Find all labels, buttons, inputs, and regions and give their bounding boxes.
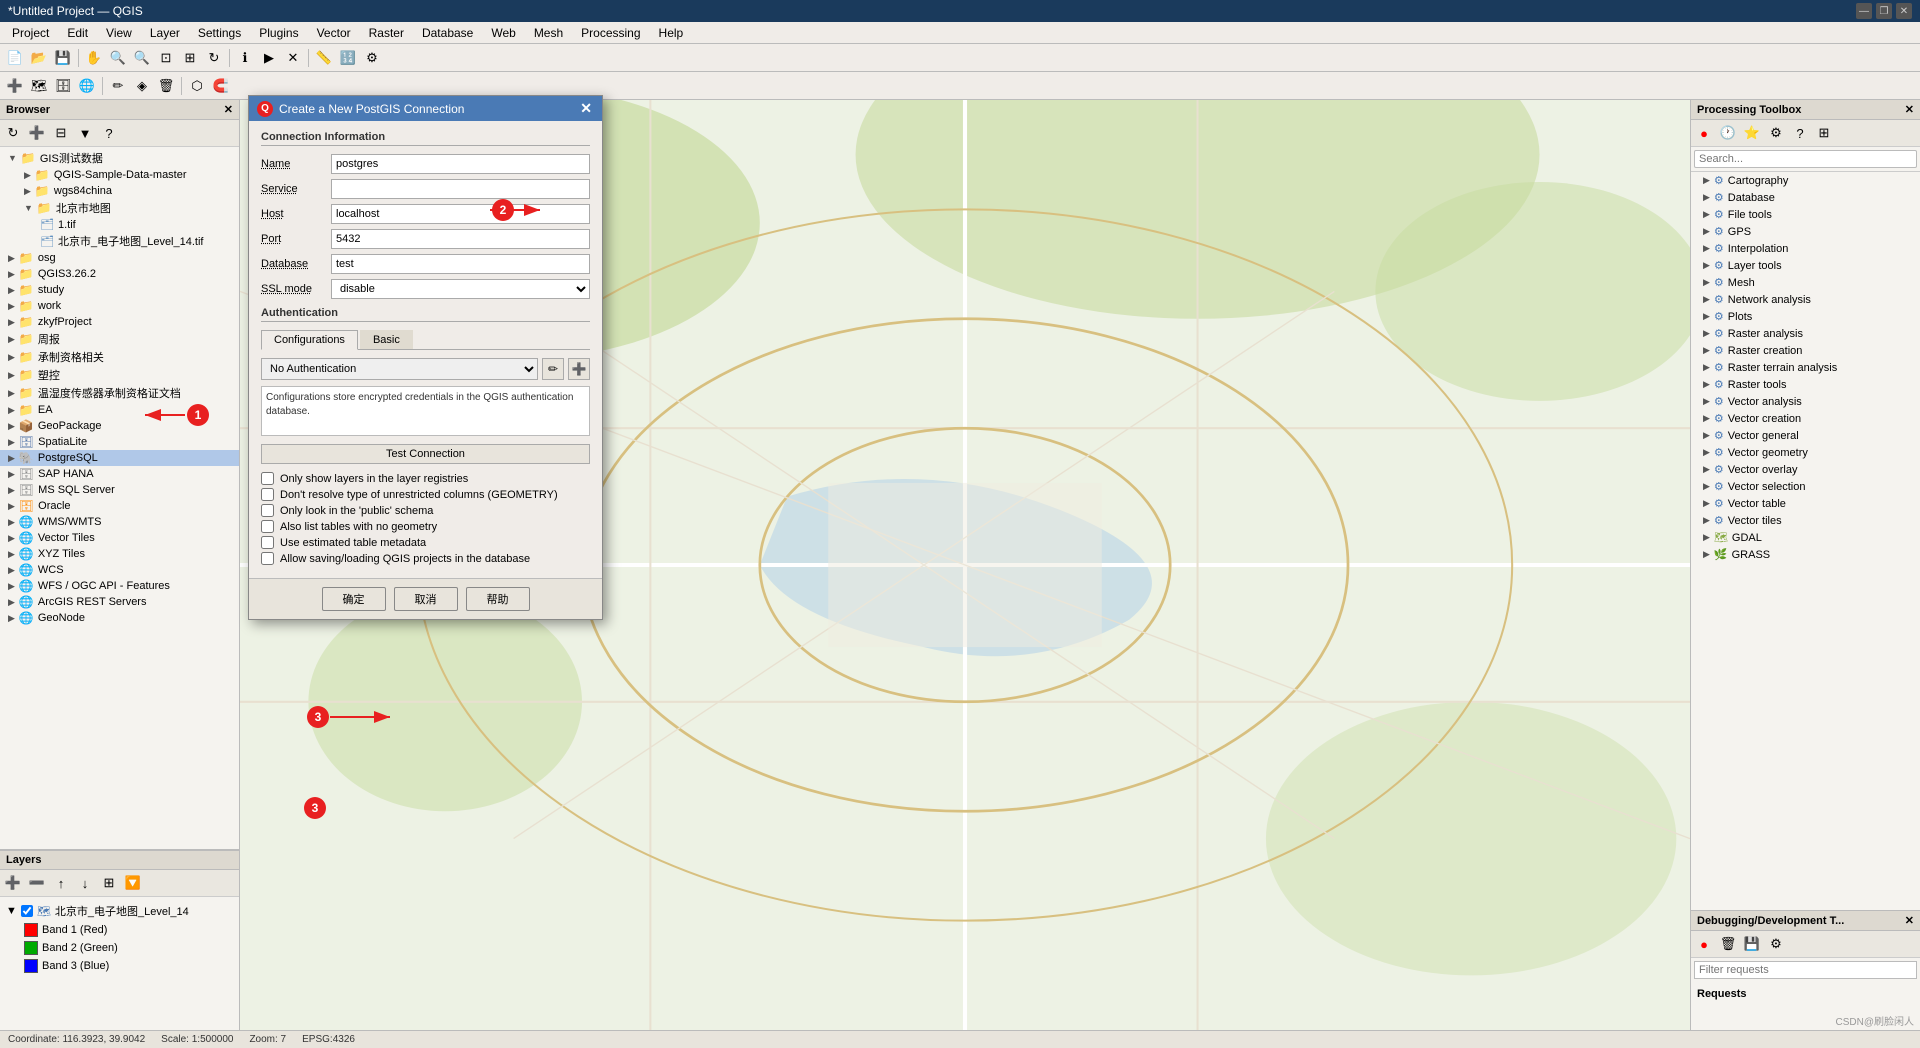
cb-row-5: Use estimated table metadata bbox=[261, 536, 590, 549]
cb-row-2: Don't resolve type of unrestricted colum… bbox=[261, 488, 590, 501]
port-input[interactable] bbox=[331, 229, 590, 249]
name-input[interactable] bbox=[331, 154, 590, 174]
status-zoom: Zoom: 7 bbox=[249, 1034, 286, 1045]
form-row-service: Service bbox=[261, 179, 590, 199]
database-label: Database bbox=[261, 258, 331, 270]
service-input[interactable] bbox=[331, 179, 590, 199]
host-label: Host bbox=[261, 208, 331, 220]
database-input[interactable] bbox=[331, 254, 590, 274]
auth-config-select[interactable]: No Authentication bbox=[261, 358, 538, 380]
connection-info-section: Connection Information bbox=[261, 131, 590, 146]
tab-basic[interactable]: Basic bbox=[360, 330, 413, 349]
auth-add-btn[interactable]: ➕ bbox=[568, 358, 590, 380]
checkbox-section: Only show layers in the layer registries… bbox=[261, 472, 590, 565]
form-row-host: Host bbox=[261, 204, 590, 224]
modal-overlay: Q Create a New PostGIS Connection ✕ Conn… bbox=[0, 0, 1920, 1020]
status-epsg: EPSG:4326 bbox=[302, 1034, 355, 1045]
ssl-select[interactable]: disable allow prefer require verify-ca v… bbox=[331, 279, 590, 299]
cancel-btn[interactable]: 取消 bbox=[394, 587, 458, 611]
qgis-dialog-icon: Q bbox=[257, 101, 273, 117]
test-connection-btn[interactable]: Test Connection bbox=[261, 444, 590, 464]
cb-row-3: Only look in the 'public' schema bbox=[261, 504, 590, 517]
dialog-footer: 确定 取消 帮助 bbox=[249, 578, 602, 619]
dialog-close-btn[interactable]: ✕ bbox=[578, 100, 594, 117]
dialog-titlebar: Q Create a New PostGIS Connection ✕ bbox=[249, 96, 602, 121]
auth-section: Authentication Configurations Basic No A… bbox=[261, 307, 590, 472]
cb-resolve-geometry[interactable] bbox=[261, 488, 274, 501]
name-label: Name bbox=[261, 158, 331, 170]
cb-row-1: Only show layers in the layer registries bbox=[261, 472, 590, 485]
cb-row-6: Allow saving/loading QGIS projects in th… bbox=[261, 552, 590, 565]
auth-edit-btn[interactable]: ✏ bbox=[542, 358, 564, 380]
form-row-ssl: SSL mode disable allow prefer require ve… bbox=[261, 279, 590, 299]
auth-tabs: Configurations Basic bbox=[261, 330, 590, 350]
cb-save-projects[interactable] bbox=[261, 552, 274, 565]
form-row-port: Port bbox=[261, 229, 590, 249]
tab-configurations[interactable]: Configurations bbox=[261, 330, 358, 350]
cb-list-tables[interactable] bbox=[261, 520, 274, 533]
statusbar: Coordinate: 116.3923, 39.9042 Scale: 1:5… bbox=[0, 1030, 1920, 1048]
form-row-database: Database bbox=[261, 254, 590, 274]
cb-row-4: Also list tables with no geometry bbox=[261, 520, 590, 533]
auth-note: Configurations store encrypted credentia… bbox=[261, 386, 590, 436]
dialog-title-container: Q Create a New PostGIS Connection bbox=[257, 101, 464, 117]
help-btn[interactable]: 帮助 bbox=[466, 587, 530, 611]
cb-estimated-meta[interactable] bbox=[261, 536, 274, 549]
ok-btn[interactable]: 确定 bbox=[322, 587, 386, 611]
host-input[interactable] bbox=[331, 204, 590, 224]
postgis-dialog: Q Create a New PostGIS Connection ✕ Conn… bbox=[248, 95, 603, 620]
status-coord: Coordinate: 116.3923, 39.9042 bbox=[8, 1034, 145, 1045]
status-scale: Scale: 1:500000 bbox=[161, 1034, 233, 1045]
dialog-content: Connection Information Name Service Host… bbox=[249, 121, 602, 578]
port-label: Port bbox=[261, 233, 331, 245]
dialog-title-text: Create a New PostGIS Connection bbox=[279, 102, 464, 116]
cb-public-schema[interactable] bbox=[261, 504, 274, 517]
auth-section-label: Authentication bbox=[261, 307, 590, 322]
cb-layer-registry[interactable] bbox=[261, 472, 274, 485]
auth-config-row: No Authentication ✏ ➕ bbox=[261, 358, 590, 380]
ssl-label: SSL mode bbox=[261, 283, 331, 295]
service-label: Service bbox=[261, 183, 331, 195]
form-row-name: Name bbox=[261, 154, 590, 174]
